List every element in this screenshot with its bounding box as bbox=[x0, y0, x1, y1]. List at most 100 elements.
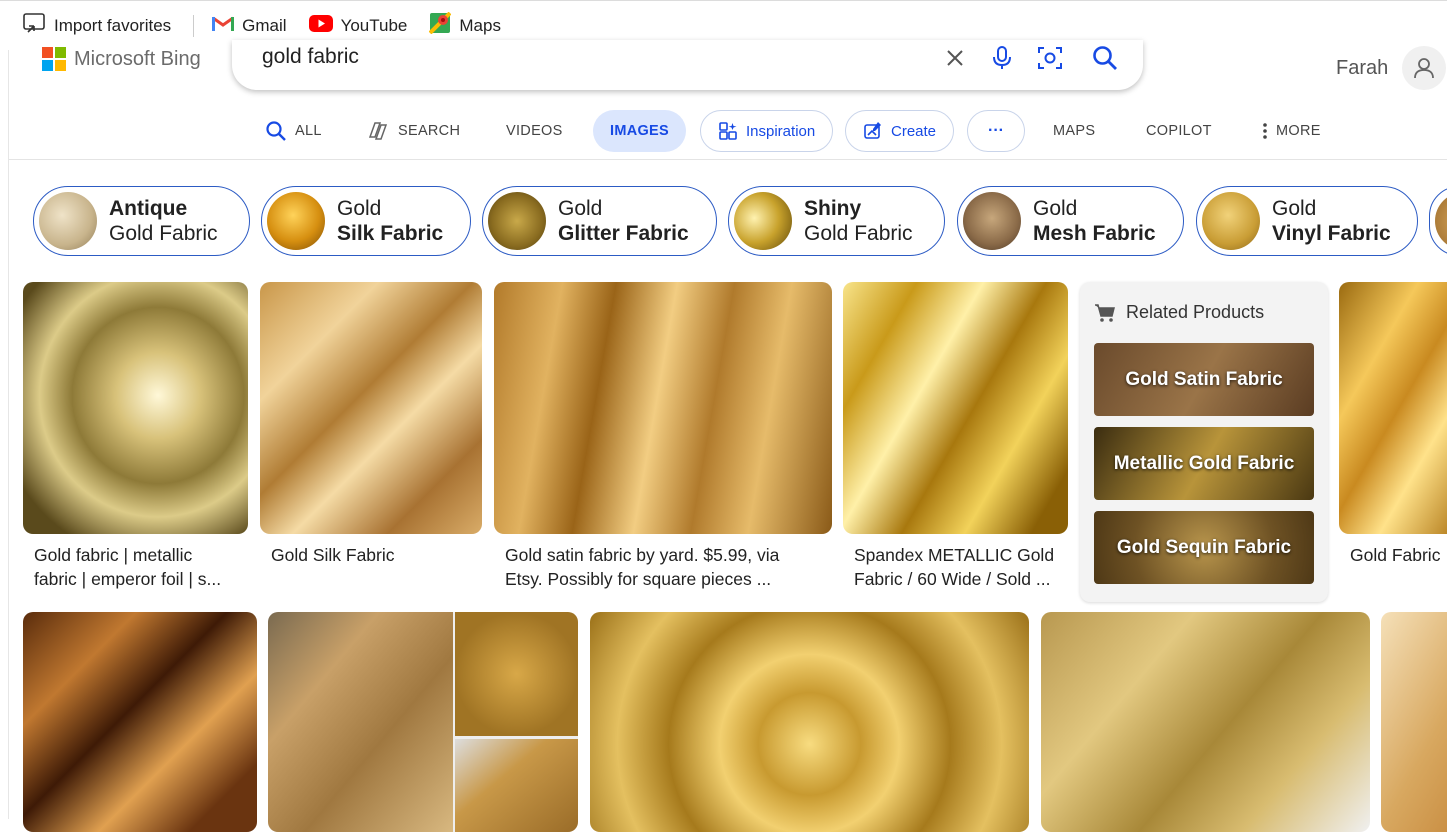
chip-gold-vinyl-fabric[interactable]: Gold Vinyl Fabric bbox=[1196, 186, 1418, 256]
caption-line: Spandex METALLIC Gold bbox=[854, 545, 1055, 565]
maps-icon bbox=[428, 11, 452, 39]
create-image-icon bbox=[864, 122, 881, 139]
result-image-7[interactable] bbox=[268, 612, 578, 832]
avatar[interactable] bbox=[1402, 46, 1447, 90]
tab-all-label: ALL bbox=[295, 123, 322, 139]
result-caption-5[interactable]: Gold Fabric bbox=[1350, 543, 1447, 567]
search-icon bbox=[266, 121, 286, 141]
chip-thumbnail bbox=[1202, 192, 1260, 250]
caption-line: Gold Fabric bbox=[1350, 545, 1441, 565]
image-collage-main bbox=[268, 612, 453, 832]
import-favorites-link[interactable]: Import favorites bbox=[22, 10, 171, 42]
chip-thumbnail bbox=[734, 192, 792, 250]
bing-logo[interactable]: Microsoft Bing bbox=[42, 47, 201, 71]
caption-line: Gold fabric | metallic bbox=[34, 545, 193, 565]
chip-label-bold: Glitter Fabric bbox=[558, 222, 689, 245]
chip-gold-silk-fabric[interactable]: Gold Silk Fabric bbox=[261, 186, 471, 256]
chip-gold-mesh-fabric[interactable]: Gold Mesh Fabric bbox=[957, 186, 1184, 256]
microphone-icon[interactable] bbox=[984, 40, 1020, 76]
maps-link[interactable]: Maps bbox=[428, 10, 501, 42]
tab-maps-label: MAPS bbox=[1053, 123, 1096, 139]
related-products-header: Related Products bbox=[1094, 302, 1264, 323]
result-caption-1[interactable]: Gold fabric | metallic fabric | emperor f… bbox=[34, 543, 244, 591]
caption-line: Fabric / 60 Wide / Sold ... bbox=[854, 569, 1051, 589]
chip-shiny-gold-fabric[interactable]: Shiny Gold Fabric bbox=[728, 186, 945, 256]
related-product-gold-satin[interactable]: Gold Satin Fabric bbox=[1094, 343, 1314, 416]
youtube-label: YouTube bbox=[340, 15, 408, 35]
image-collage-bottom bbox=[455, 739, 578, 832]
inspiration-icon bbox=[719, 122, 737, 140]
tab-videos[interactable]: VIDEOS bbox=[506, 110, 563, 152]
result-image-6[interactable] bbox=[23, 612, 257, 832]
chip-label: Gold bbox=[1272, 197, 1317, 220]
youtube-link[interactable]: YouTube bbox=[308, 10, 408, 42]
tab-inspiration[interactable]: Inspiration bbox=[700, 110, 834, 152]
caption-line: fabric | emperor foil | s... bbox=[34, 569, 222, 589]
brand-name: Microsoft Bing bbox=[74, 47, 201, 70]
user-account[interactable]: Farah bbox=[1336, 46, 1447, 90]
gmail-label: Gmail bbox=[242, 15, 287, 35]
result-image-8[interactable] bbox=[590, 612, 1029, 832]
related-product-label: Metallic Gold Fabric bbox=[1113, 452, 1295, 474]
bing-images-page: Microsoft Bing Farah bbox=[8, 40, 1447, 832]
search-input[interactable] bbox=[262, 42, 942, 72]
user-icon bbox=[1414, 58, 1435, 79]
related-product-label: Gold Satin Fabric bbox=[1125, 368, 1283, 390]
result-image-5[interactable] bbox=[1339, 282, 1447, 534]
result-image-9[interactable] bbox=[1041, 612, 1370, 832]
tab-maps[interactable]: MAPS bbox=[1053, 110, 1095, 152]
chip-next-partial[interactable] bbox=[1429, 186, 1447, 256]
result-image-4[interactable] bbox=[843, 282, 1068, 534]
chip-thumbnail bbox=[1435, 192, 1447, 250]
search-box bbox=[232, 40, 1143, 90]
tab-images[interactable]: IMAGES bbox=[593, 110, 686, 152]
visual-search-icon[interactable] bbox=[1032, 40, 1068, 76]
related-product-label: Gold Sequin Fabric bbox=[1116, 536, 1292, 558]
more-options-button[interactable]: ··· bbox=[967, 110, 1025, 152]
related-product-gold-sequin[interactable]: Gold Sequin Fabric bbox=[1094, 511, 1314, 584]
user-name: Farah bbox=[1336, 56, 1389, 79]
caption-line: Gold satin fabric by yard. $5.99, via bbox=[505, 545, 780, 565]
clear-search-icon[interactable] bbox=[937, 40, 973, 76]
gmail-link[interactable]: Gmail bbox=[212, 10, 287, 42]
tab-more[interactable]: MORE bbox=[1262, 110, 1321, 152]
tab-more-label: MORE bbox=[1276, 123, 1321, 139]
microsoft-logo-icon bbox=[42, 47, 66, 71]
tab-create[interactable]: Create bbox=[845, 110, 955, 152]
result-caption-2[interactable]: Gold Silk Fabric bbox=[271, 543, 481, 567]
tab-videos-label: VIDEOS bbox=[506, 123, 563, 139]
chip-label: Gold Fabric bbox=[109, 222, 218, 245]
image-collage-top bbox=[455, 612, 578, 736]
tab-copilot[interactable]: COPILOT bbox=[1146, 110, 1212, 152]
copilot-search-icon bbox=[368, 122, 388, 140]
caption-line: Gold Silk Fabric bbox=[271, 545, 395, 565]
more-dots-icon: ··· bbox=[988, 122, 1004, 139]
tab-search[interactable]: SEARCH bbox=[366, 110, 460, 152]
chip-gold-glitter-fabric[interactable]: Gold Glitter Fabric bbox=[482, 186, 717, 256]
result-image-1[interactable] bbox=[23, 282, 248, 534]
result-image-10[interactable] bbox=[1381, 612, 1447, 832]
shopping-cart-icon bbox=[1095, 303, 1115, 322]
youtube-icon bbox=[308, 14, 333, 37]
vertical-dots-icon bbox=[1263, 123, 1267, 139]
tab-create-label: Create bbox=[891, 122, 937, 140]
chip-label-bold: Shiny bbox=[804, 197, 862, 220]
search-icon[interactable] bbox=[1087, 40, 1123, 76]
import-favorites-label: Import favorites bbox=[54, 15, 172, 35]
import-favorites-icon bbox=[22, 12, 46, 39]
related-products-title: Related Products bbox=[1126, 302, 1265, 322]
chip-antique-gold-fabric[interactable]: Antique Gold Fabric bbox=[33, 186, 250, 256]
chip-thumbnail bbox=[267, 192, 325, 250]
result-image-2[interactable] bbox=[260, 282, 482, 534]
tab-all[interactable]: ALL bbox=[265, 110, 322, 152]
related-product-metallic-gold[interactable]: Metallic Gold Fabric bbox=[1094, 427, 1314, 500]
chip-thumbnail bbox=[39, 192, 97, 250]
gmail-icon bbox=[212, 15, 235, 36]
chip-label: Gold Fabric bbox=[804, 222, 913, 245]
result-image-3[interactable] bbox=[494, 282, 832, 534]
tab-copilot-label: COPILOT bbox=[1146, 123, 1212, 139]
chip-thumbnail bbox=[488, 192, 546, 250]
result-caption-3[interactable]: Gold satin fabric by yard. $5.99, via Ets… bbox=[505, 543, 825, 591]
search-nav: ALL SEARCH VIDEOS IMAGES Inspiration Cre… bbox=[9, 110, 1447, 152]
result-caption-4[interactable]: Spandex METALLIC Gold Fabric / 60 Wide / … bbox=[854, 543, 1064, 591]
